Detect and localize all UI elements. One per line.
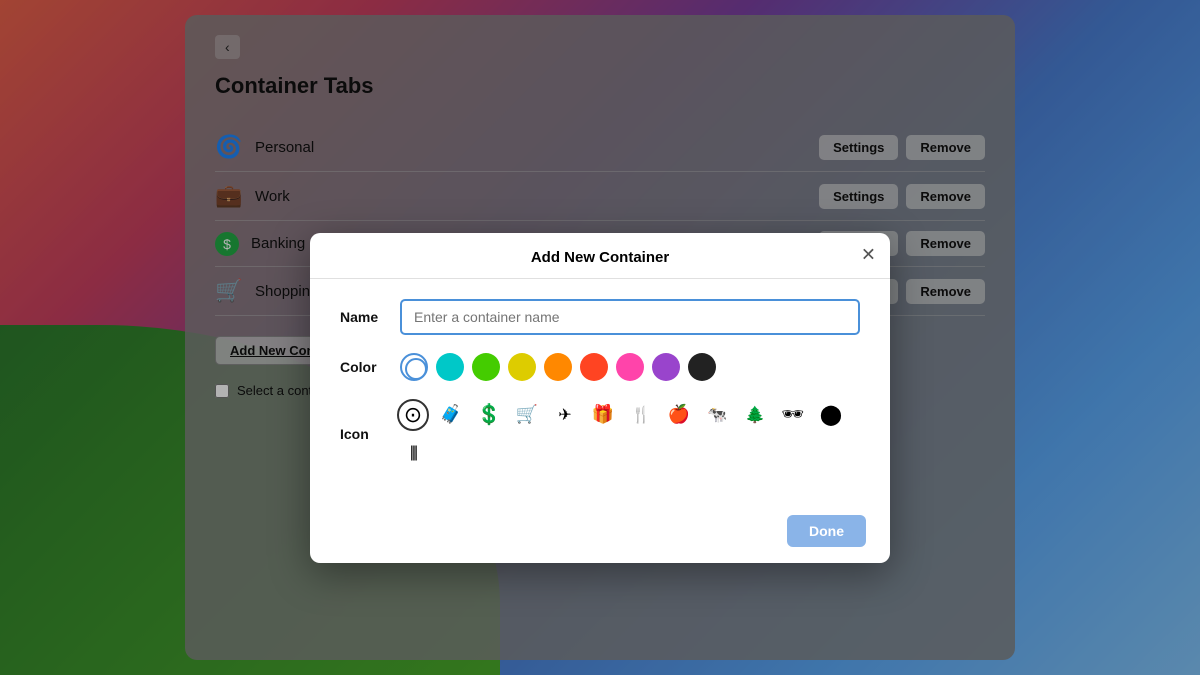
icon-row: Icon ⊙ 🧳 💲 🛒 ✈ 🎁 🍴 🍎 🐄 🌲 🕶 ⬤ ||| <box>340 399 860 469</box>
color-option-blue-outline[interactable] <box>400 353 428 381</box>
icon-option-plane[interactable]: ✈ <box>549 399 581 431</box>
color-option-green[interactable] <box>472 353 500 381</box>
icon-option-gift[interactable]: 🎁 <box>587 399 619 431</box>
color-option-pink[interactable] <box>616 353 644 381</box>
modal-overlay: Add New Container ✕ Name Color <box>0 0 1200 675</box>
icon-option-dollar[interactable]: 💲 <box>473 399 505 431</box>
color-option-orange[interactable] <box>544 353 572 381</box>
modal-close-button[interactable]: ✕ <box>861 245 876 266</box>
icon-option-pet[interactable]: 🐄 <box>701 399 733 431</box>
modal-footer: Done <box>310 503 890 563</box>
icon-option-glasses[interactable]: 🕶 <box>777 399 809 431</box>
name-label: Name <box>340 309 400 325</box>
name-row: Name <box>340 299 860 335</box>
icon-option-fruit[interactable]: 🍎 <box>663 399 695 431</box>
color-options <box>400 353 716 381</box>
done-button[interactable]: Done <box>787 515 866 547</box>
color-option-black[interactable] <box>688 353 716 381</box>
icon-option-fingerprint[interactable]: ⊙ <box>397 399 429 431</box>
modal-title: Add New Container <box>531 249 669 266</box>
color-row: Color <box>340 353 860 381</box>
icon-options: ⊙ 🧳 💲 🛒 ✈ 🎁 🍴 🍎 🐄 🌲 🕶 ⬤ ||| <box>397 399 860 469</box>
color-option-teal[interactable] <box>436 353 464 381</box>
add-container-modal: Add New Container ✕ Name Color <box>310 233 890 563</box>
icon-option-fence[interactable]: ||| <box>397 437 429 469</box>
container-name-input[interactable] <box>400 299 860 335</box>
icon-label: Icon <box>340 426 397 442</box>
icon-option-fork-knife[interactable]: 🍴 <box>625 399 657 431</box>
icon-option-cart[interactable]: 🛒 <box>511 399 543 431</box>
icon-option-tree[interactable]: 🌲 <box>739 399 771 431</box>
color-label: Color <box>340 359 400 375</box>
icon-option-briefcase[interactable]: 🧳 <box>435 399 467 431</box>
modal-body: Name Color Ico <box>310 279 890 503</box>
color-option-yellow[interactable] <box>508 353 536 381</box>
color-option-red-orange[interactable] <box>580 353 608 381</box>
icon-option-circle[interactable]: ⬤ <box>815 399 847 431</box>
color-option-purple[interactable] <box>652 353 680 381</box>
modal-header: Add New Container ✕ <box>310 233 890 279</box>
